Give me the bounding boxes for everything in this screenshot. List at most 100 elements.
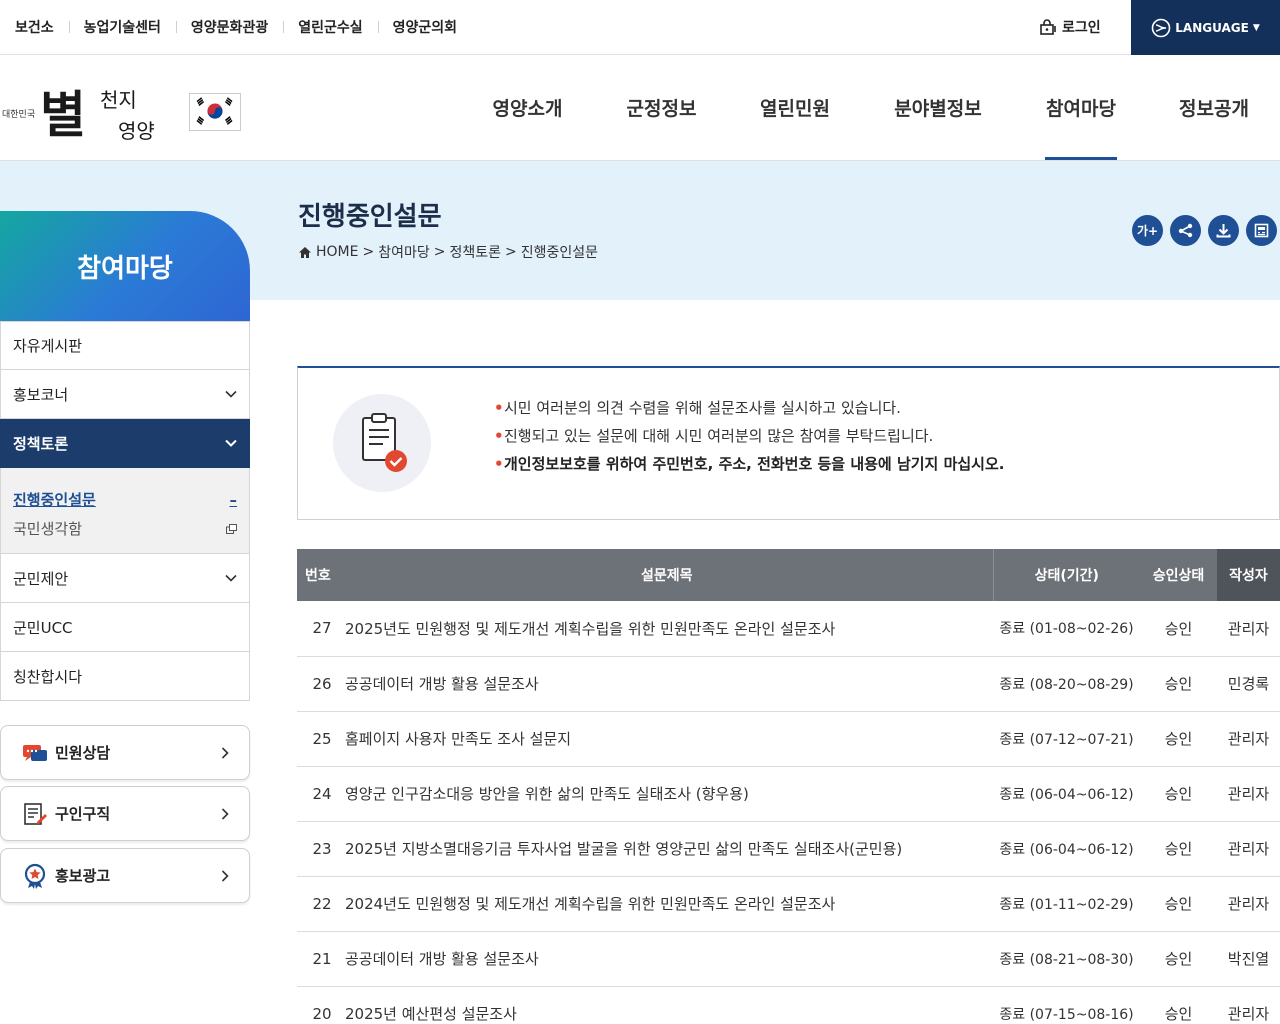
toplink-health-center[interactable]: 보건소 bbox=[0, 17, 69, 37]
row-author: 관리자 bbox=[1217, 601, 1280, 657]
row-number: 24 bbox=[297, 766, 341, 822]
row-title-link[interactable]: 2025년 지방소멸대응기금 투자사업 발굴을 위한 영양군민 삶의 만족도 실… bbox=[341, 821, 993, 877]
gnb-item-county-info[interactable]: 군정정보 bbox=[595, 55, 728, 160]
row-approval: 승인 bbox=[1140, 601, 1217, 657]
toplink-mayor-office[interactable]: 열린군수실 bbox=[283, 17, 377, 37]
table-row[interactable]: 21 공공데이터 개방 활용 설문조사 종료 (08-21~08-30) 승인 … bbox=[297, 931, 1280, 987]
row-title-link[interactable]: 2024년도 민원행정 및 제도개선 계획수립을 위한 민원만족도 온라인 설문… bbox=[341, 876, 993, 932]
table-row[interactable]: 24 영양군 인구감소대응 방안을 위한 삶의 만족도 실태조사 (향우용) 종… bbox=[297, 766, 1280, 822]
lnb-item-citizen-ucc[interactable]: 군민UCC bbox=[0, 603, 250, 652]
download-button[interactable] bbox=[1208, 215, 1239, 246]
row-author: 박진열 bbox=[1217, 931, 1280, 987]
lnb-subitem-label: 국민생각함 bbox=[13, 520, 83, 538]
column-header-approval: 승인상태 bbox=[1140, 549, 1217, 601]
row-status: 종료 (08-21~08-30) bbox=[993, 931, 1140, 987]
row-title-link[interactable]: 공공데이터 개방 활용 설문조사 bbox=[341, 931, 993, 987]
row-author: 관리자 bbox=[1217, 986, 1280, 1024]
row-number: 26 bbox=[297, 656, 341, 712]
row-title-link[interactable]: 홈페이지 사용자 만족도 조사 설문지 bbox=[341, 711, 993, 767]
lnb-item-citizen-proposal[interactable]: 군민제안 bbox=[0, 554, 250, 603]
page-title: 진행중인설문 bbox=[298, 202, 442, 232]
clipboard-check-icon bbox=[333, 394, 431, 492]
row-status: 종료 (01-11~02-29) bbox=[993, 876, 1140, 932]
site-logo[interactable]: 대한민국 별 천지 영양 bbox=[0, 67, 245, 152]
quick-link-label: 구인구직 bbox=[55, 805, 111, 823]
table-row[interactable]: 22 2024년도 민원행정 및 제도개선 계획수립을 위한 민원만족도 온라인… bbox=[297, 876, 1280, 932]
login-button[interactable]: 로그인 bbox=[1040, 17, 1101, 37]
quick-link-label: 홍보광고 bbox=[55, 867, 111, 885]
table-row[interactable]: 26 공공데이터 개방 활용 설문조사 종료 (08-20~08-29) 승인 … bbox=[297, 656, 1280, 712]
gnb-item-field-info[interactable]: 분야별정보 bbox=[862, 55, 1014, 160]
family-site-links: 보건소 농업기술센터 영양문화관광 열린군수실 영양군의회 bbox=[0, 0, 472, 54]
row-title-link[interactable]: 2025년 예산편성 설문조사 bbox=[341, 986, 993, 1024]
quick-link-label: 민원상담 bbox=[55, 744, 111, 762]
language-button[interactable]: LANGUAGE ▼ bbox=[1131, 0, 1280, 55]
row-number: 22 bbox=[297, 876, 341, 932]
breadcrumb-current[interactable]: 진행중인설문 bbox=[521, 242, 598, 262]
row-number: 25 bbox=[297, 711, 341, 767]
lnb-subitem-public-opinion[interactable]: 국민생각함 bbox=[13, 514, 237, 543]
table-row[interactable]: 25 홈페이지 사용자 만족도 조사 설문지 종료 (07-12~07-21) … bbox=[297, 711, 1280, 767]
row-title-link[interactable]: 공공데이터 개방 활용 설문조사 bbox=[341, 656, 993, 712]
info-line-privacy: 개인정보보호를 위하여 주민번호, 주소, 전화번호 등을 내용에 남기지 마십… bbox=[494, 450, 1004, 478]
row-title-link[interactable]: 영양군 인구감소대응 방안을 위한 삶의 만족도 실태조사 (향우용) bbox=[341, 766, 993, 822]
survey-info-list: 시민 여러분의 의견 수렴을 위해 설문조사를 실시하고 있습니다. 진행되고 … bbox=[494, 394, 1004, 478]
table-row[interactable]: 27 2025년도 민원행정 및 제도개선 계획수립을 위한 민원만족도 온라인… bbox=[297, 601, 1280, 657]
info-line: 진행되고 있는 설문에 대해 시민 여러분의 많은 참여를 부탁드립니다. bbox=[494, 422, 1004, 450]
share-button[interactable] bbox=[1170, 215, 1201, 246]
chevron-right-icon bbox=[221, 746, 229, 759]
font-size-button[interactable]: 가+ bbox=[1132, 215, 1163, 246]
row-number: 20 bbox=[297, 986, 341, 1024]
quick-link-job-search[interactable]: 구인구직 bbox=[0, 786, 250, 841]
toplink-county-council[interactable]: 영양군의회 bbox=[377, 17, 472, 37]
logo-sub-text-1: 천지 bbox=[100, 88, 137, 112]
lnb-item-label: 홍보코너 bbox=[13, 385, 69, 404]
row-approval: 승인 bbox=[1140, 931, 1217, 987]
lnb-item-label: 칭찬합시다 bbox=[13, 667, 83, 686]
breadcrumb-policy-debate[interactable]: 정책토론 bbox=[449, 242, 501, 262]
font-size-label: 가+ bbox=[1136, 224, 1159, 238]
table-row[interactable]: 23 2025년 지방소멸대응기금 투자사업 발굴을 위한 영양군민 삶의 만족… bbox=[297, 821, 1280, 877]
gnb-item-civil-service[interactable]: 열린민원 bbox=[728, 55, 862, 160]
row-status: 종료 (01-08~02-26) bbox=[993, 601, 1140, 657]
gnb-item-disclosure[interactable]: 정보공개 bbox=[1148, 55, 1280, 160]
lnb-item-free-board[interactable]: 자유게시판 bbox=[0, 321, 250, 370]
table-row[interactable]: 20 2025년 예산편성 설문조사 종료 (07-15~08-16) 승인 관… bbox=[297, 986, 1280, 1024]
breadcrumb: HOME > 참여마당 > 정책토론 > 진행중인설문 bbox=[298, 242, 598, 262]
row-title-link[interactable]: 2025년도 민원행정 및 제도개선 계획수립을 위한 민원만족도 온라인 설문… bbox=[341, 601, 993, 657]
dash-icon: – bbox=[229, 490, 238, 509]
breadcrumb-home[interactable]: HOME bbox=[316, 244, 358, 260]
download-icon bbox=[1216, 224, 1231, 238]
gnb-item-participation[interactable]: 참여마당 bbox=[1014, 55, 1148, 160]
row-status: 종료 (08-20~08-29) bbox=[993, 656, 1140, 712]
lnb-item-policy-debate[interactable]: 정책토론 bbox=[0, 419, 250, 468]
lnb-item-promo-corner[interactable]: 홍보코너 bbox=[0, 370, 250, 419]
breadcrumb-separator: > bbox=[362, 244, 375, 260]
survey-table: 번호 설문제목 상태(기간) 승인상태 작성자 27 2025년도 민원행정 및… bbox=[297, 549, 1280, 1024]
info-line: 시민 여러분의 의견 수렴을 위해 설문조사를 실시하고 있습니다. bbox=[494, 394, 1004, 422]
breadcrumb-participation[interactable]: 참여마당 bbox=[378, 242, 430, 262]
row-status: 종료 (07-12~07-21) bbox=[993, 711, 1140, 767]
korea-flag-icon bbox=[189, 93, 241, 131]
row-approval: 승인 bbox=[1140, 656, 1217, 712]
row-author: 관리자 bbox=[1217, 766, 1280, 822]
row-number: 27 bbox=[297, 601, 341, 657]
chevron-down-icon bbox=[225, 574, 237, 582]
lnb-item-label: 군민UCC bbox=[13, 618, 73, 637]
toplink-culture-tour[interactable]: 영양문화관광 bbox=[175, 17, 283, 37]
lnb-item-compliments[interactable]: 칭찬합시다 bbox=[0, 652, 250, 701]
lnb-title: 참여마당 bbox=[0, 211, 250, 321]
toplink-agri-center[interactable]: 농업기술센터 bbox=[68, 17, 176, 37]
row-status: 종료 (06-04~06-12) bbox=[993, 766, 1140, 822]
lnb-item-label: 자유게시판 bbox=[13, 337, 83, 355]
login-label: 로그인 bbox=[1062, 20, 1101, 36]
quick-link-promo-ad[interactable]: 홍보광고 bbox=[0, 848, 250, 903]
print-button[interactable] bbox=[1246, 215, 1277, 246]
globe-icon bbox=[1151, 18, 1171, 37]
share-icon bbox=[1178, 223, 1193, 238]
lnb-item-label: 정책토론 bbox=[13, 434, 69, 453]
lnb-subitem-ongoing-survey[interactable]: 진행중인설문 – bbox=[13, 485, 237, 514]
column-header-status: 상태(기간) bbox=[993, 549, 1140, 601]
quick-link-civil-consult[interactable]: 민원상담 bbox=[0, 725, 250, 780]
gnb-item-about[interactable]: 영양소개 bbox=[460, 55, 595, 160]
